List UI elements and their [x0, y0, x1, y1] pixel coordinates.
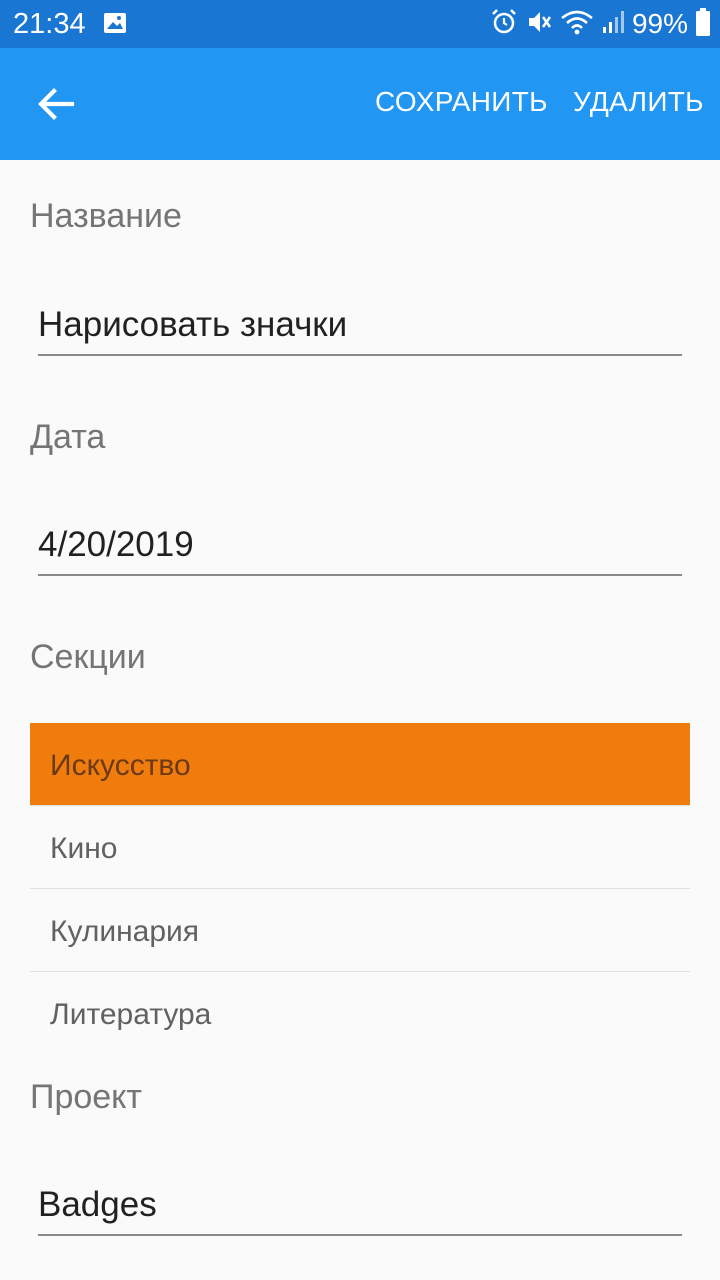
date-field[interactable] — [38, 516, 682, 576]
section-item-kulinariya[interactable]: Кулинария — [30, 889, 690, 972]
wifi-icon — [560, 8, 594, 41]
app-bar: СОХРАНИТЬ УДАЛИТЬ — [0, 48, 720, 160]
alarm-icon — [490, 8, 518, 41]
name-field[interactable] — [38, 296, 682, 356]
section-item-literatura[interactable]: Литература — [30, 972, 690, 1031]
project-label: Проект — [30, 1078, 142, 1116]
status-bar: 21:34 99% — [0, 0, 720, 48]
section-item-label: Кулинария — [50, 915, 200, 948]
mute-icon — [526, 8, 552, 41]
section-item-label: Кино — [50, 832, 118, 865]
status-icons: 99% — [482, 6, 710, 42]
project-field[interactable] — [38, 1176, 682, 1236]
name-label: Название — [30, 197, 182, 235]
section-item-label: Искусство — [50, 749, 191, 782]
section-item-iskusstvo[interactable]: Искусство — [30, 723, 690, 806]
battery-percent: 99% — [631, 8, 688, 39]
section-item-kino[interactable]: Кино — [30, 806, 690, 889]
status-time: 21:34 — [13, 8, 86, 40]
gallery-icon — [103, 11, 127, 40]
signal-icon — [602, 9, 624, 40]
section-item-label: Литература — [50, 998, 212, 1031]
save-button[interactable]: СОХРАНИТЬ — [375, 86, 548, 118]
delete-button[interactable]: УДАЛИТЬ — [573, 86, 704, 118]
back-button[interactable] — [26, 74, 86, 134]
screen: 21:34 99% СОХРАНИТЬ УДАЛИТЬ Название Нар… — [0, 0, 720, 1280]
battery-icon — [696, 7, 710, 41]
arrow-left-icon — [38, 88, 75, 120]
date-label: Дата — [30, 418, 106, 456]
sections-list[interactable]: Искусство Кино Кулинария Литература — [30, 723, 690, 1031]
sections-label: Секции — [30, 638, 146, 676]
